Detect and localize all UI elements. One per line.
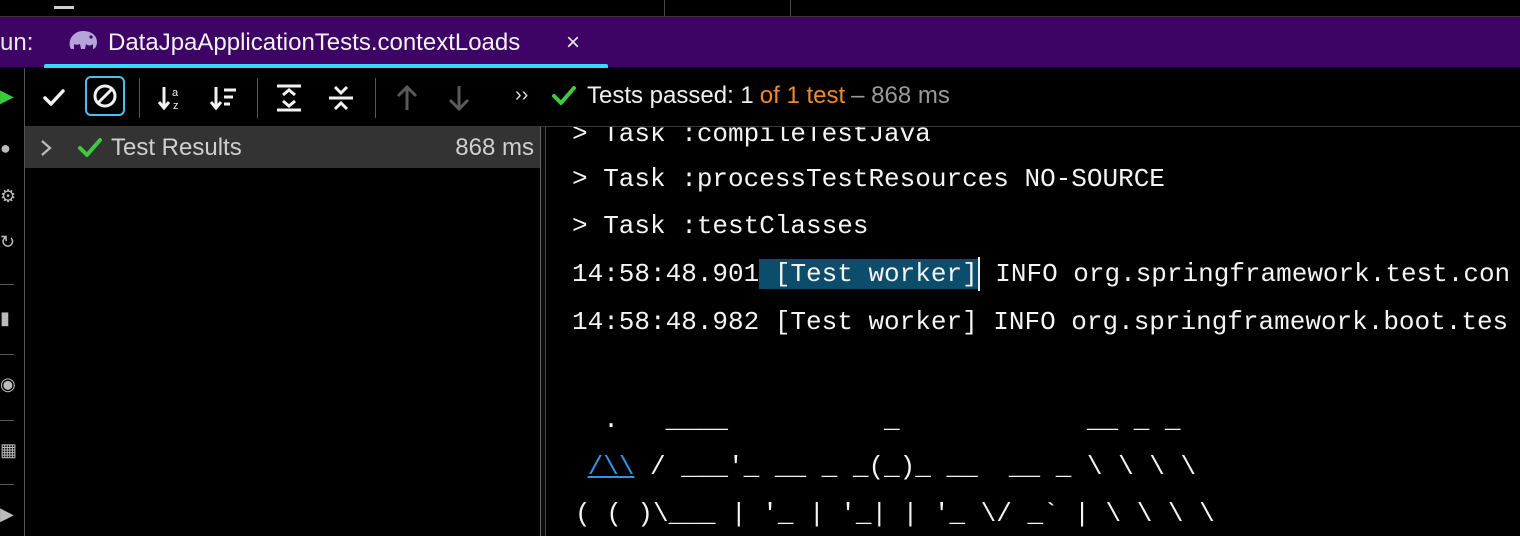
strip-separator bbox=[0, 284, 14, 285]
next-failed-button[interactable] bbox=[441, 80, 477, 116]
top-divider bbox=[790, 0, 791, 16]
tree-row-label: Test Results bbox=[111, 134, 242, 161]
collapse-all-button[interactable] bbox=[323, 80, 359, 116]
tree-row-time: 868 ms bbox=[455, 134, 534, 161]
log-timestamp: 14:58:48.901 bbox=[572, 259, 760, 289]
console-line: 14:58:48.901 [Test worker] INFO org.spri… bbox=[572, 257, 1510, 291]
expand-all-button[interactable] bbox=[271, 80, 307, 116]
test-results-tree: Test Results 868 ms bbox=[25, 127, 540, 536]
sort-by-duration-button[interactable] bbox=[205, 80, 241, 116]
more-actions-button[interactable]: ›› bbox=[515, 84, 528, 107]
spring-banner-line: /\\ / ___'_ __ _ _(_)_ __ __ _ \ \ \ \ bbox=[572, 450, 1197, 484]
gradle-elephant-icon bbox=[66, 27, 100, 53]
top-divider bbox=[664, 0, 665, 16]
close-tab-button[interactable]: × bbox=[566, 29, 580, 57]
eye-icon[interactable]: ◉ bbox=[0, 374, 16, 394]
chevron-right-icon[interactable] bbox=[39, 137, 53, 159]
previous-failed-button[interactable] bbox=[389, 80, 425, 116]
tests-total-text: of 1 test bbox=[759, 82, 846, 109]
rerun-icon[interactable]: ▶ bbox=[0, 86, 14, 106]
refresh-icon[interactable]: ↻ bbox=[0, 232, 15, 252]
run-actions-strip: ▶ ● ⚙ ↻ ▮ ◉ ▦ ▶ bbox=[0, 68, 25, 536]
toolbar-separator bbox=[257, 78, 258, 118]
toolbar-separator bbox=[375, 78, 376, 118]
spring-banner-line: . ____ _ __ _ _ bbox=[572, 405, 1181, 435]
pane-splitter[interactable] bbox=[540, 127, 546, 536]
banner-text: / ___'_ __ _ _(_)_ __ __ _ \ \ \ \ bbox=[634, 452, 1197, 482]
tests-duration-text: – 868 ms bbox=[851, 82, 950, 109]
toolbar-separator bbox=[139, 78, 140, 118]
pin-icon[interactable]: ▮ bbox=[0, 308, 14, 328]
spring-banner-line: ( ( )\___ | '_ | '_| | '_ \/ _` | \ \ \ … bbox=[575, 499, 1215, 529]
sort-duration-icon bbox=[209, 87, 236, 111]
ban-icon bbox=[93, 84, 117, 108]
run-label: un: bbox=[0, 29, 34, 56]
test-runner-toolbar: a z ›› Tests passed: 1 of 1 test – 868 m… bbox=[25, 68, 1520, 127]
stop-icon[interactable]: ● bbox=[0, 138, 14, 158]
show-ignored-button[interactable] bbox=[85, 76, 125, 116]
console-line: > Task :testClasses bbox=[572, 211, 869, 241]
console-line: > Task :compileTestJava bbox=[572, 127, 931, 149]
sort-alphabetically-button[interactable]: a z bbox=[153, 80, 189, 116]
check-icon bbox=[43, 89, 65, 106]
strip-separator bbox=[0, 354, 14, 355]
tree-row-test-results[interactable]: Test Results 868 ms bbox=[25, 127, 540, 168]
strip-separator bbox=[0, 420, 14, 421]
gear-icon[interactable]: ⚙ bbox=[0, 186, 16, 206]
test-status-summary: Tests passed: 1 of 1 test – 868 ms bbox=[551, 82, 950, 110]
editor-top-strip bbox=[0, 0, 1520, 17]
play-icon[interactable]: ▶ bbox=[0, 504, 14, 524]
expand-all-icon bbox=[277, 84, 301, 112]
log-message: INFO org.springframework.test.con bbox=[979, 259, 1511, 289]
console-line: > Task :processTestResources NO-SOURCE bbox=[572, 164, 1165, 194]
console-link[interactable]: /\\ bbox=[588, 452, 635, 482]
passed-check-icon bbox=[78, 138, 102, 157]
partial-icon bbox=[54, 0, 74, 9]
console-output[interactable]: > Task :compileTestJava > Task :processT… bbox=[547, 127, 1520, 536]
strip-separator bbox=[0, 484, 14, 485]
sort-az-icon: a z bbox=[157, 87, 179, 112]
run-tool-window-header: un: DataJpaApplicationTests.contextLoads… bbox=[0, 17, 1520, 69]
arrow-up-icon bbox=[396, 84, 418, 110]
passed-check-icon bbox=[552, 86, 576, 105]
arrow-down-icon bbox=[448, 86, 470, 112]
collapse-all-icon bbox=[329, 85, 353, 111]
run-tab[interactable]: DataJpaApplicationTests.contextLoads × bbox=[44, 17, 608, 69]
svg-text:a: a bbox=[172, 87, 179, 99]
svg-text:z: z bbox=[173, 100, 179, 112]
show-passed-button[interactable] bbox=[36, 80, 72, 116]
tests-passed-text: Tests passed: 1 bbox=[587, 82, 754, 109]
run-tab-title: DataJpaApplicationTests.contextLoads bbox=[108, 29, 521, 56]
selected-text: [Test worker] bbox=[759, 259, 978, 289]
console-line: 14:58:48.982 [Test worker] INFO org.spri… bbox=[572, 307, 1509, 337]
layout-icon[interactable]: ▦ bbox=[0, 440, 17, 460]
